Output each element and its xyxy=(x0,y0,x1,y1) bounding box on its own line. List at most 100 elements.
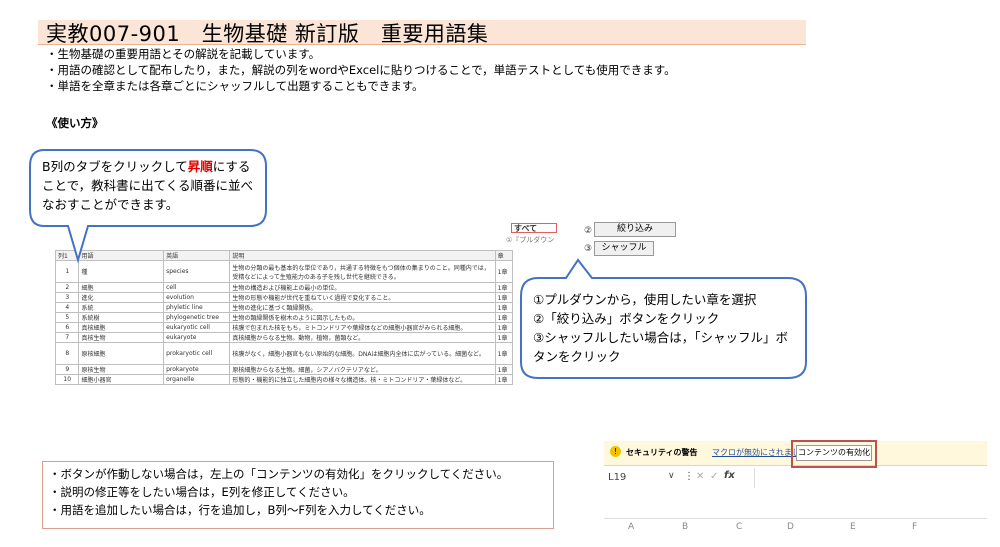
row-chapter: 1章 xyxy=(494,292,514,303)
notes-box: ・ボタンが作動しない場合は，左上の「コンテンツの有効化」をクリックしてください。… xyxy=(42,461,554,529)
note-line-2: ・説明の修正等をしたい場合は，E列を修正してください。 xyxy=(49,485,355,499)
row-english: eukaryotic cell xyxy=(163,322,231,333)
row-chapter: 1章 xyxy=(494,260,514,283)
warning-icon: ! xyxy=(610,446,621,457)
shuffle-step-num: ③ xyxy=(584,244,593,254)
row-chapter: 1章 xyxy=(494,364,514,375)
row-description: 核膜がなく，細胞小器官もない原始的な細胞。DNAは細胞内全体に広がっている。細菌… xyxy=(229,342,496,365)
name-box[interactable]: L19 xyxy=(608,472,626,483)
table-row: 3 進化 evolution 生物の形態や機能が世代を重ねていく過程で変化すること。 1… xyxy=(54,292,514,303)
row-description: 形態的・機能的に独立した細胞内の様々な構造体。核・ミトコンドリア・葉緑体など。 xyxy=(229,374,496,385)
row-english: phyletic line xyxy=(163,302,231,313)
row-chapter: 1章 xyxy=(494,302,514,313)
header-chapter[interactable]: 章 xyxy=(494,250,514,261)
column-b[interactable]: B xyxy=(682,522,688,532)
row-number: 10 xyxy=(54,374,80,385)
intro-line-1: ・生物基礎の重要用語とその解説を記載しています。 xyxy=(46,47,321,61)
header-description[interactable]: 説明 xyxy=(229,250,496,261)
column-f[interactable]: F xyxy=(912,522,917,532)
column-headers: A B C D E F xyxy=(604,518,987,535)
chevron-down-icon[interactable]: ∨ xyxy=(668,471,675,481)
row-number: 6 xyxy=(54,322,80,333)
row-number: 8 xyxy=(54,342,80,365)
table-row: 4 系統 phyletic line 生物の進化に基づく類縁関係。 1章 xyxy=(54,302,514,313)
note-line-3: ・用語を追加したい場合は，行を追加し，B列～F列を入力してください。 xyxy=(49,503,431,517)
row-term: 系統樹 xyxy=(78,312,165,323)
row-term: 真核細胞 xyxy=(78,322,165,333)
row-term: 系統 xyxy=(78,302,165,313)
dropdown-hint: ①『プルダウン xyxy=(506,236,555,244)
callout-1-highlight: 昇順 xyxy=(187,159,213,174)
row-term: 細胞 xyxy=(78,282,165,293)
callout-1-pre: B列のタブをクリックして xyxy=(42,159,188,174)
table-row: 8 原核細胞 prokaryotic cell 核膜がなく，細胞小器官もない原始的な細… xyxy=(54,342,514,365)
page-title: 実教007-901 生物基礎 新訂版 重要用語集 xyxy=(46,22,489,46)
callout-2-text: ①プルダウンから，使用したい章を選択 ②「絞り込み」ボタンをクリック ③シャッフ… xyxy=(533,290,795,366)
callout-2-step-1: ①プルダウンから，使用したい章を選択 xyxy=(533,292,757,307)
row-term: 原核細胞 xyxy=(78,342,165,365)
intro-line-2: ・用語の確認として配布したり，また，解説の列をwordやExcelに貼りつけるこ… xyxy=(46,63,676,77)
confirm-icon[interactable]: ✓ xyxy=(710,471,718,482)
row-description: 真核細胞からなる生物。動物，植物，菌類など。 xyxy=(229,332,496,343)
row-english: cell xyxy=(163,282,231,293)
row-english: eukaryote xyxy=(163,332,231,343)
security-label: セキュリティの警告 xyxy=(626,448,698,457)
row-number: 3 xyxy=(54,292,80,303)
row-english: phylogenetic tree xyxy=(163,312,231,323)
row-chapter: 1章 xyxy=(494,282,514,293)
column-e[interactable]: E xyxy=(850,522,856,532)
callout-2-step-2: ②「絞り込み」ボタンをクリック xyxy=(533,311,720,326)
row-number: 2 xyxy=(54,282,80,293)
table-row: 10 細胞小器官 organelle 形態的・機能的に独立した細胞内の様々な構造体。核… xyxy=(54,374,514,385)
row-chapter: 1章 xyxy=(494,342,514,365)
formula-bar: L19 ∨ ⋮ ✕ ✓ fx xyxy=(604,468,987,488)
sheet-body: 1 種 species 生物の分類の最も基本的な単位であり，共通する特徴をもつ個体の集… xyxy=(54,260,514,385)
row-chapter: 1章 xyxy=(494,312,514,323)
row-term: 進化 xyxy=(78,292,165,303)
row-description: 生物の類縁関係を樹木のように図示したもの。 xyxy=(229,312,496,323)
row-term: 細胞小器官 xyxy=(78,374,165,385)
table-row: 7 真核生物 eukaryote 真核細胞からなる生物。動物，植物，菌類など。 1章 xyxy=(54,332,514,343)
row-chapter: 1章 xyxy=(494,374,514,385)
filter-step-num: ② xyxy=(584,226,593,236)
row-chapter: 1章 xyxy=(494,322,514,333)
enable-content-button[interactable]: コンテンツの有効化 xyxy=(796,445,872,461)
row-description: 原核細胞からなる生物。細菌，シアノバクテリアなど。 xyxy=(229,364,496,375)
more-icon: ⋮ xyxy=(684,471,694,482)
table-row: 9 原核生物 prokaryote 原核細胞からなる生物。細菌，シアノバクテリアなど。… xyxy=(54,364,514,375)
table-row: 2 細胞 cell 生物の構造および機能上の最小の単位。 1章 xyxy=(54,282,514,293)
row-description: 生物の進化に基づく類縁関係。 xyxy=(229,302,496,313)
row-number: 9 xyxy=(54,364,80,375)
row-number: 7 xyxy=(54,332,80,343)
intro-line-3: ・単語を全章または各章ごとにシャッフルして出題することもできます。 xyxy=(46,79,424,93)
row-chapter: 1章 xyxy=(494,332,514,343)
row-english: evolution xyxy=(163,292,231,303)
shuffle-button[interactable]: シャッフル xyxy=(594,241,654,256)
filter-button[interactable]: 絞り込み xyxy=(594,222,676,237)
row-english: prokaryotic cell xyxy=(163,342,231,365)
row-description: 生物の分類の最も基本的な単位であり，共通する特徴をもつ個体の集まりのこと。同種内… xyxy=(229,260,496,283)
row-number: 4 xyxy=(54,302,80,313)
column-a[interactable]: A xyxy=(628,522,634,532)
function-icon[interactable]: fx xyxy=(724,470,735,481)
howto-heading: 《使い方》 xyxy=(46,116,104,130)
row-english: prokaryote xyxy=(163,364,231,375)
row-description: 生物の形態や機能が世代を重ねていく過程で変化すること。 xyxy=(229,292,496,303)
row-description: 生物の構造および機能上の最小の単位。 xyxy=(229,282,496,293)
column-d[interactable]: D xyxy=(787,522,794,532)
table-row: 6 真核細胞 eukaryotic cell 核膜で包まれた核をもち，ミトコンドリアや… xyxy=(54,322,514,333)
note-line-1: ・ボタンが作動しない場合は，左上の「コンテンツの有効化」をクリックしてください。 xyxy=(49,467,509,481)
chapter-dropdown[interactable]: すべて xyxy=(511,223,557,233)
sample-sheet: 列1 用語 英語 説明 章 1 種 species 生物の分類の最も基本的な単位であり… xyxy=(54,250,514,385)
row-term: 原核生物 xyxy=(78,364,165,375)
table-row: 5 系統樹 phylogenetic tree 生物の類縁関係を樹木のように図示したも… xyxy=(54,312,514,323)
row-term: 真核生物 xyxy=(78,332,165,343)
callout-2-step-3: ③シャッフルしたい場合は，「シャッフル」ボタンをクリック xyxy=(533,330,788,364)
cancel-icon[interactable]: ✕ xyxy=(696,471,704,482)
column-c[interactable]: C xyxy=(736,522,742,532)
callout-1-text: B列のタブをクリックして昇順にすることで，教科書に出てくる順番に並べなおすことが… xyxy=(42,157,256,214)
row-description: 核膜で包まれた核をもち，ミトコンドリアや葉緑体などの細胞小器官がみられる細胞。 xyxy=(229,322,496,333)
row-english: organelle xyxy=(163,374,231,385)
formula-input[interactable] xyxy=(754,468,988,488)
row-number: 5 xyxy=(54,312,80,323)
